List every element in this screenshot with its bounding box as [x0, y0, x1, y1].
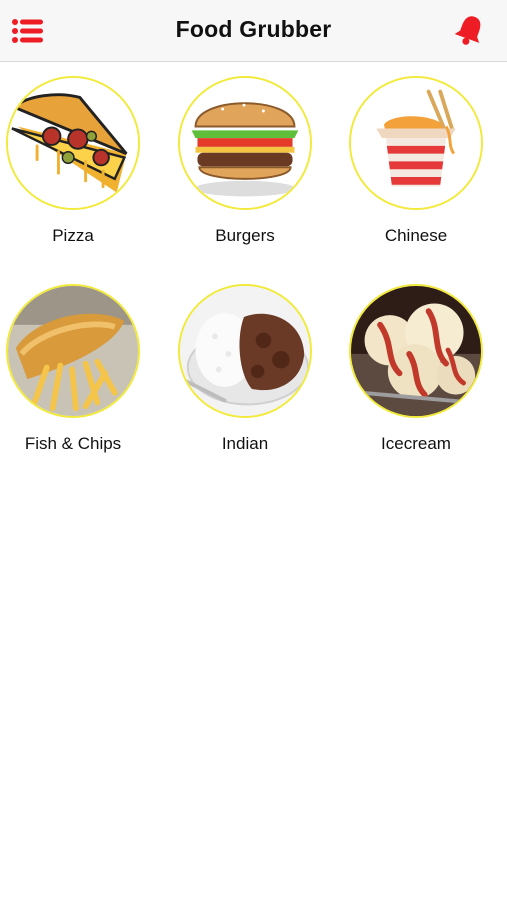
icecream-image: [349, 284, 483, 418]
bell-icon: [454, 16, 481, 45]
category-label: Icecream: [381, 434, 451, 453]
fish-and-chips-image: [6, 284, 140, 418]
category-label: Indian: [221, 434, 269, 453]
noodle-box-image: [349, 76, 483, 210]
category-label: Fish & Chips: [24, 434, 122, 453]
burger-image: [178, 76, 312, 210]
pizza-image: [6, 76, 140, 210]
category-label: Burgers: [215, 226, 275, 245]
category-label: Pizza: [52, 226, 94, 245]
category-label: Chinese: [384, 226, 448, 245]
curry-image: [178, 284, 312, 418]
notifications-button[interactable]: [452, 12, 488, 48]
top-navigation-bar: Food Grubber: [0, 0, 507, 62]
app-title: Food Grubber: [175, 16, 332, 42]
